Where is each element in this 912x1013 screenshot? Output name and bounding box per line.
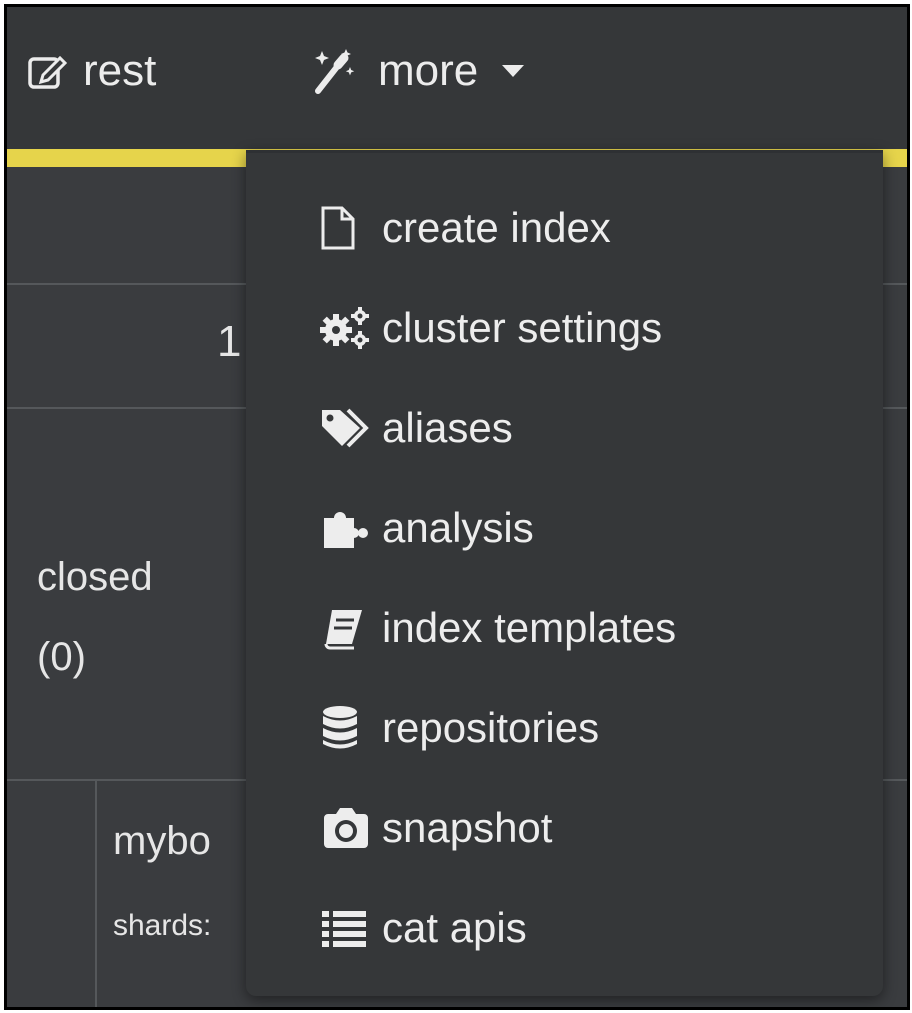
edit-icon <box>27 51 69 91</box>
list-icon <box>320 899 378 957</box>
menu-item-label: snapshot <box>382 804 553 851</box>
closed-indices-count: (0) <box>37 635 86 679</box>
more-dropdown-menu: create index cluster settings aliases an… <box>246 150 883 996</box>
menu-item-snapshot[interactable]: snapshot <box>320 793 552 863</box>
book-icon <box>320 599 378 657</box>
nav-more-dropdown-toggle[interactable]: more <box>312 41 526 101</box>
menu-item-repositories[interactable]: repositories <box>320 693 599 763</box>
menu-item-label: index templates <box>382 604 677 651</box>
nav-rest-link[interactable]: rest <box>27 41 156 101</box>
cluster-count: 1 <box>217 317 242 366</box>
menu-item-cluster-settings[interactable]: cluster settings <box>320 293 662 363</box>
closed-indices-label[interactable]: closed <box>37 555 153 600</box>
puzzle-icon <box>320 499 378 557</box>
menu-item-label: cat apis <box>382 904 527 951</box>
index-shards-label: shards: <box>113 909 212 942</box>
menu-item-label: repositories <box>382 704 600 751</box>
database-icon <box>320 699 378 757</box>
menu-item-analysis[interactable]: analysis <box>320 493 534 563</box>
nav-more-label: more <box>378 46 479 95</box>
cogs-icon <box>320 299 378 357</box>
magic-wand-icon <box>312 47 356 95</box>
menu-item-label: create index <box>382 204 611 251</box>
app-frame: rest more 1 closed (0) mybo shards: crea… <box>4 4 910 1010</box>
caret-down-icon <box>500 63 526 79</box>
menu-item-cat-apis[interactable]: cat apis <box>320 893 527 963</box>
nav-rest-label: rest <box>83 46 157 95</box>
camera-icon <box>320 799 378 857</box>
index-name[interactable]: mybo <box>113 819 211 864</box>
menu-item-create-index[interactable]: create index <box>320 193 611 263</box>
menu-item-label: aliases <box>382 404 513 451</box>
file-icon <box>320 199 378 257</box>
menu-item-aliases[interactable]: aliases <box>320 393 513 463</box>
menu-item-label: analysis <box>382 504 534 551</box>
menu-item-index-templates[interactable]: index templates <box>320 593 676 663</box>
top-navbar: rest more <box>7 7 907 149</box>
tags-icon <box>320 399 378 457</box>
menu-item-label: cluster settings <box>382 304 663 351</box>
table-column-divider <box>95 781 97 1007</box>
